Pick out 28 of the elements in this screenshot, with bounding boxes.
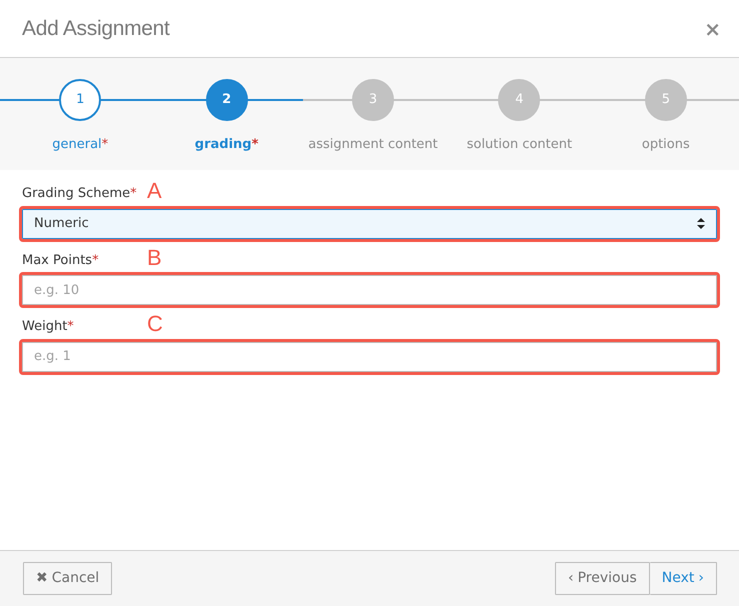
annotation-letter: A (147, 180, 162, 202)
step-label: assignment content (308, 136, 438, 154)
annotation-letter: B (147, 246, 162, 268)
next-button[interactable]: Next › (650, 562, 717, 595)
close-button[interactable]: × (704, 18, 721, 38)
step-number: 1 (59, 79, 102, 121)
wizard-step[interactable]: 5 options (592, 79, 739, 154)
step-label: general* (52, 136, 108, 154)
field-label: Max Points* (22, 252, 99, 270)
step-label: grading* (194, 136, 258, 154)
wizard-step[interactable]: 4 solution content (446, 79, 593, 154)
wizard-step[interactable]: 3 assignment content (300, 79, 446, 154)
sort-arrows-icon (697, 218, 705, 229)
step-label: solution content (466, 136, 572, 154)
cancel-button[interactable]: ✖ Cancel (23, 562, 112, 595)
previous-button[interactable]: ‹ Previous (554, 562, 650, 595)
step-number: 2 (206, 79, 248, 121)
step-number: 5 (644, 79, 687, 121)
dialog-title: Add Assignment (22, 16, 170, 42)
annotation-letter: C (147, 313, 163, 335)
field-label: Grading Scheme* (22, 185, 137, 203)
input-field[interactable]: e.g. 10 (22, 275, 717, 305)
wizard-step[interactable]: 2 grading* (153, 79, 300, 154)
field-label: Weight* (22, 318, 74, 336)
wizard-step[interactable]: 1 general* (7, 79, 154, 154)
step-number: 4 (498, 79, 540, 121)
step-number: 3 (352, 79, 394, 121)
step-label: options (642, 136, 690, 154)
